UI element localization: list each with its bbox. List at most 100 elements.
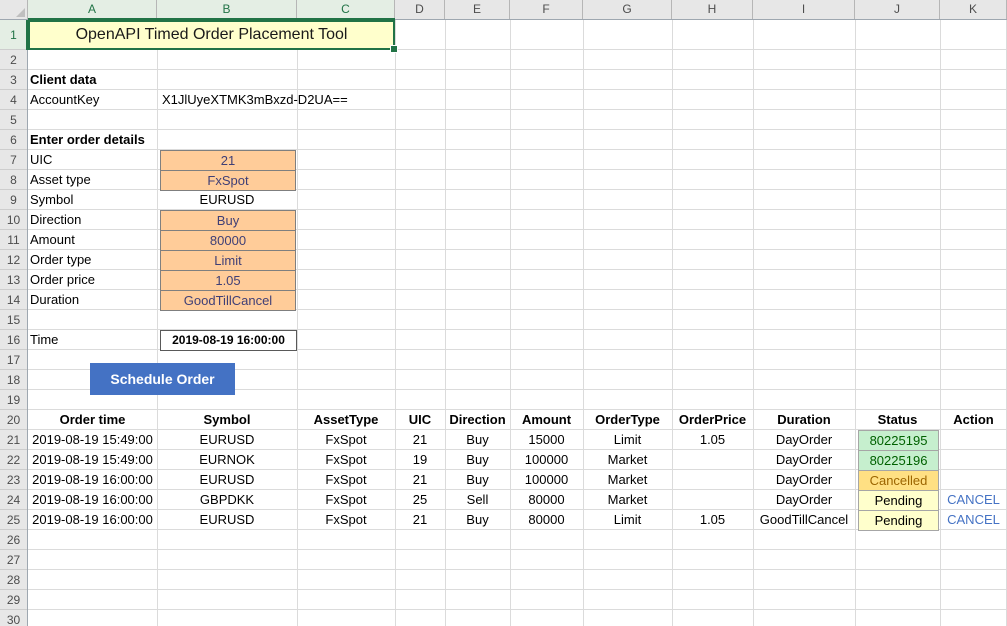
row-header-12[interactable]: 12 (0, 250, 27, 270)
cell-order-time: 2019-08-19 16:00:00 (28, 510, 157, 530)
duration-input[interactable]: GoodTillCancel (160, 290, 296, 311)
header-amount: Amount (510, 410, 583, 430)
schedule-order-button[interactable]: Schedule Order (90, 363, 235, 395)
row-header-22[interactable]: 22 (0, 450, 27, 470)
cell-duration: DayOrder (753, 490, 855, 510)
asset-type-input[interactable]: FxSpot (160, 170, 296, 191)
row-header-2[interactable]: 2 (0, 50, 27, 70)
header-order-type: OrderType (583, 410, 672, 430)
row-header-8[interactable]: 8 (0, 170, 27, 190)
cell-amount: 80000 (510, 490, 583, 510)
column-header-c[interactable]: C (297, 0, 395, 19)
cell-order-time: 2019-08-19 15:49:00 (28, 450, 157, 470)
row-header-10[interactable]: 10 (0, 210, 27, 230)
status-badge: 80225196 (858, 450, 939, 471)
cell-duration: GoodTillCancel (753, 510, 855, 530)
direction-input[interactable]: Buy (160, 210, 296, 231)
order-price-input[interactable]: 1.05 (160, 270, 296, 291)
column-header-f[interactable]: F (510, 0, 583, 19)
header-action: Action (940, 410, 1007, 430)
cell-direction: Buy (445, 430, 510, 450)
row-header-17[interactable]: 17 (0, 350, 27, 370)
row-header-19[interactable]: 19 (0, 390, 27, 410)
cell-order-price: 1.05 (672, 510, 753, 530)
row-header-28[interactable]: 28 (0, 570, 27, 590)
uic-input[interactable]: 21 (160, 150, 296, 171)
cell-asset-type: FxSpot (297, 470, 395, 490)
row-header-9[interactable]: 9 (0, 190, 27, 210)
row-header-5[interactable]: 5 (0, 110, 27, 130)
account-key-value: X1JlUyeXTMK3mBxzd-D2UA== (160, 90, 400, 110)
column-header-b[interactable]: B (157, 0, 297, 19)
cell-symbol: EURNOK (157, 450, 297, 470)
page-title[interactable]: OpenAPI Timed Order Placement Tool (28, 20, 395, 50)
column-header-i[interactable]: I (753, 0, 855, 19)
time-label: Time (28, 330, 157, 350)
row-header-11[interactable]: 11 (0, 230, 27, 250)
row-header-7[interactable]: 7 (0, 150, 27, 170)
row-header-3[interactable]: 3 (0, 70, 27, 90)
cancel-order-link[interactable]: CANCEL (940, 510, 1007, 530)
gridline-vertical (753, 20, 754, 626)
symbol-label: Symbol (28, 190, 157, 210)
header-duration: Duration (753, 410, 855, 430)
column-header-bar: A B C D E F G H I J K (0, 0, 1007, 20)
row-header-21[interactable]: 21 (0, 430, 27, 450)
gridline-vertical (395, 20, 396, 626)
amount-input[interactable]: 80000 (160, 230, 296, 251)
cell-amount: 100000 (510, 450, 583, 470)
header-uic: UIC (395, 410, 445, 430)
row-header-30[interactable]: 30 (0, 610, 27, 626)
row-header-4[interactable]: 4 (0, 90, 27, 110)
row-header-14[interactable]: 14 (0, 290, 27, 310)
row-header-24[interactable]: 24 (0, 490, 27, 510)
order-type-input[interactable]: Limit (160, 250, 296, 271)
header-order-time: Order time (28, 410, 157, 430)
row-header-27[interactable]: 27 (0, 550, 27, 570)
column-header-e[interactable]: E (445, 0, 510, 19)
cell-direction: Sell (445, 490, 510, 510)
row-header-6[interactable]: 6 (0, 130, 27, 150)
column-header-g[interactable]: G (583, 0, 672, 19)
column-header-d[interactable]: D (395, 0, 445, 19)
select-all-button[interactable] (0, 0, 28, 19)
row-header-26[interactable]: 26 (0, 530, 27, 550)
row-header-20[interactable]: 20 (0, 410, 27, 430)
cell-asset-type: FxSpot (297, 510, 395, 530)
asset-type-label: Asset type (28, 170, 157, 190)
row-header-1[interactable]: 1 (0, 20, 27, 50)
row-header-29[interactable]: 29 (0, 590, 27, 610)
cell-symbol: EURUSD (157, 470, 297, 490)
time-input[interactable]: 2019-08-19 16:00:00 (160, 330, 297, 351)
gridline-vertical (855, 20, 856, 626)
gridline-vertical (510, 20, 511, 626)
cancel-order-link[interactable]: CANCEL (940, 490, 1007, 510)
gridline-vertical (940, 20, 941, 626)
order-price-label: Order price (28, 270, 157, 290)
row-header-18[interactable]: 18 (0, 370, 27, 390)
row-header-bar: 1 2 3 4 5 6 7 8 9 10 11 12 13 14 15 16 1… (0, 20, 28, 626)
cell-order-time: 2019-08-19 16:00:00 (28, 490, 157, 510)
cell-order-type: Limit (583, 430, 672, 450)
row-header-15[interactable]: 15 (0, 310, 27, 330)
row-header-23[interactable]: 23 (0, 470, 27, 490)
column-header-a[interactable]: A (28, 0, 157, 19)
column-header-j[interactable]: J (855, 0, 940, 19)
gridline-vertical (583, 20, 584, 626)
row-header-25[interactable]: 25 (0, 510, 27, 530)
column-header-h[interactable]: H (672, 0, 753, 19)
header-asset-type: AssetType (297, 410, 395, 430)
status-badge: Cancelled (858, 470, 939, 491)
column-header-k[interactable]: K (940, 0, 1007, 19)
selection-fill-handle[interactable] (390, 45, 398, 53)
cell-uic: 21 (395, 430, 445, 450)
order-details-heading: Enter order details (28, 130, 157, 150)
header-order-price: OrderPrice (672, 410, 753, 430)
row-header-16[interactable]: 16 (0, 330, 27, 350)
row-header-13[interactable]: 13 (0, 270, 27, 290)
cell-symbol: GBPDKK (157, 490, 297, 510)
cell-duration: DayOrder (753, 470, 855, 490)
cell-amount: 80000 (510, 510, 583, 530)
cell-direction: Buy (445, 510, 510, 530)
cell-amount: 15000 (510, 430, 583, 450)
